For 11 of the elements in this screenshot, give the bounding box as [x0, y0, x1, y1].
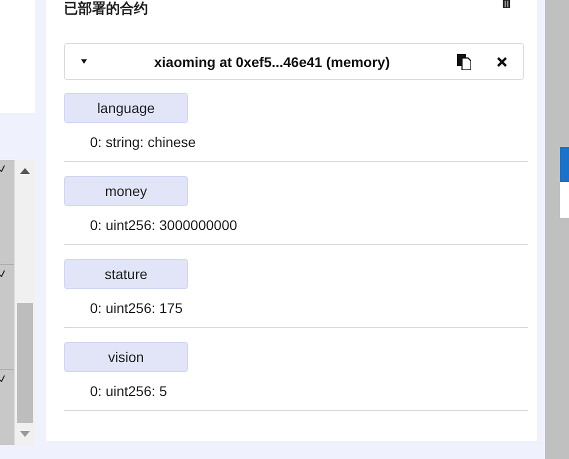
output-text: 0: uint256: 175: [89, 300, 184, 316]
contract-header[interactable]: xiaoming at 0xef5...46e41 (memory): [64, 43, 524, 80]
panel-title: 已部署的合约: [64, 0, 148, 16]
function-button[interactable]: vision: [64, 342, 188, 372]
output-text: 0: string: chinese: [89, 134, 197, 150]
function-button[interactable]: stature: [64, 259, 188, 289]
output-text: 0: uint256: 5: [89, 383, 168, 399]
function-button[interactable]: language: [64, 93, 188, 123]
function-button[interactable]: money: [64, 176, 188, 206]
contract-label: xiaoming at 0xef5...46e41 (memory): [153, 54, 391, 70]
output-text: 0: uint256: 3000000000: [89, 217, 238, 233]
